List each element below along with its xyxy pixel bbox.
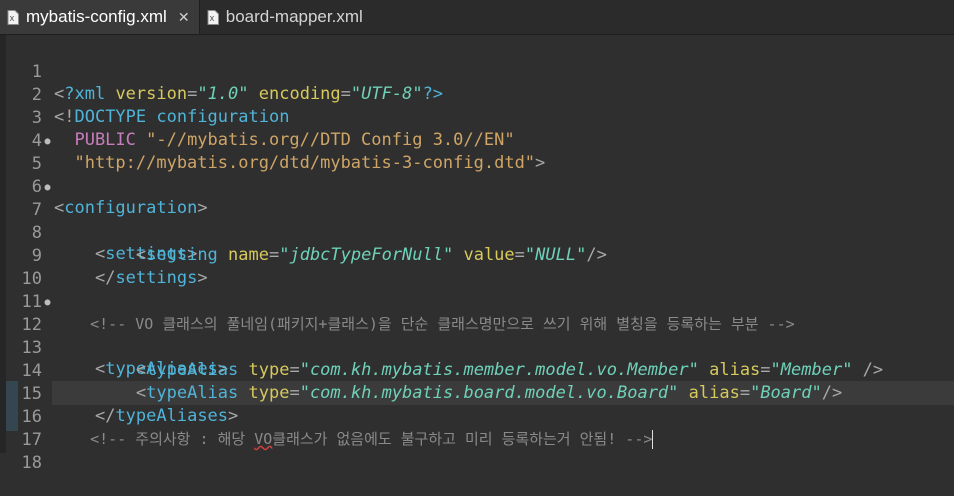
- code-line: 15 </typeAliases>: [0, 361, 954, 426]
- editor-tab-bar: X mybatis-config.xml ✕ X board-mapper.xm…: [0, 0, 954, 35]
- code-line: 2 <!DOCTYPE configuration: [0, 62, 954, 127]
- code-line: 3 PUBLIC "-//mybatis.org//DTD Config 3.0…: [0, 85, 954, 150]
- tab-label: mybatis-config.xml: [26, 7, 167, 26]
- svg-text:X: X: [10, 15, 15, 23]
- code-line: 17: [0, 407, 954, 450]
- code-line: 8 <setting name="jdbcTypeForNull" value=…: [0, 200, 954, 265]
- code-line: 18: [0, 430, 954, 473]
- code-line: 5 ● <configuration>: [0, 131, 954, 218]
- tab-label: board-mapper.xml: [225, 7, 363, 26]
- svg-text:X: X: [209, 15, 214, 23]
- line-number: 18: [21, 453, 42, 473]
- tab-mybatis-config[interactable]: X mybatis-config.xml ✕: [0, 0, 200, 34]
- code-line: 11 <!-- VO 클래스의 풀네임(패키지+클래스)을 단순 클래스명만으로…: [0, 269, 954, 333]
- code-line: 4 "http://mybatis.org/dtd/mybatis-3-conf…: [0, 108, 954, 173]
- fold-collapse-icon[interactable]: ●: [42, 297, 53, 308]
- code-line: 10: [0, 246, 954, 289]
- xml-file-icon: X: [206, 9, 220, 25]
- code-line: 12 ● <typeAliases>: [0, 292, 954, 379]
- code-line: 14 <typeAlias type="com.kh.mybatis.board…: [0, 338, 954, 403]
- code-editor[interactable]: 1 <?xml version="1.0" encoding="UTF-8"?>…: [0, 35, 954, 473]
- fold-collapse-icon[interactable]: ●: [42, 182, 53, 193]
- code-line: 7 ● <settings>: [0, 177, 954, 264]
- code-line: 13 <typeAlias type="com.kh.mybatis.membe…: [0, 315, 954, 380]
- fold-collapse-icon[interactable]: ●: [42, 136, 53, 147]
- close-icon[interactable]: ✕: [177, 9, 191, 26]
- code-line: 16 <!-- 주의사항 : 해당 VO클래스가 없음에도 불구하고 미리 등록…: [0, 384, 954, 449]
- code-line: 6: [0, 154, 954, 197]
- code-line: 1 <?xml version="1.0" encoding="UTF-8"?>: [0, 39, 954, 104]
- code-line: 9 </settings>: [0, 223, 954, 288]
- xml-file-icon: X: [6, 9, 20, 25]
- tab-board-mapper[interactable]: X board-mapper.xml: [200, 0, 371, 34]
